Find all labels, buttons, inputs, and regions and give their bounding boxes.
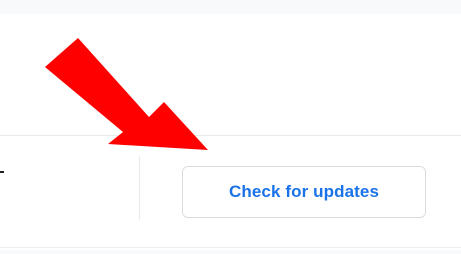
vertical-divider [139,156,140,220]
check-for-updates-button[interactable]: Check for updates [182,166,426,218]
truncated-text-fragment [0,171,4,193]
card-bottom-edge [0,247,461,248]
row-divider [0,135,461,136]
